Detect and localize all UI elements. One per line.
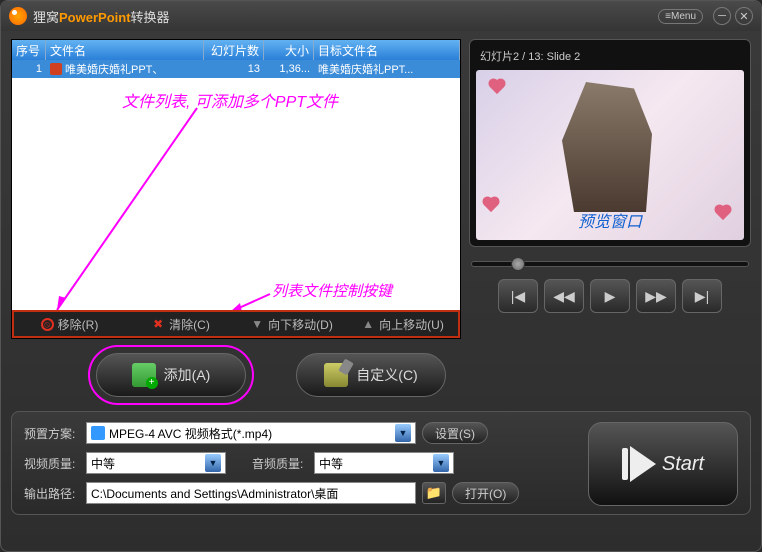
- app-window: 狸窝PowerPoint转换器 ≡Menu ─ ✕ 序号 文件名 幻灯片数 大小…: [0, 0, 762, 552]
- slide-content-icon: [550, 82, 670, 212]
- annotation-controls: 列表文件控制按键: [272, 280, 392, 301]
- play-button[interactable]: ▶: [590, 279, 630, 313]
- settings-button[interactable]: 设置(S): [422, 422, 488, 444]
- table-row[interactable]: 1 唯美婚庆婚礼PPT、 13 1,36... 唯美婚庆婚礼PPT...: [12, 60, 460, 78]
- arrow-up-icon: ▲: [361, 317, 375, 331]
- audio-quality-label: 音频质量:: [252, 455, 308, 472]
- format-icon: [91, 426, 105, 440]
- file-list-panel: 序号 文件名 幻灯片数 大小 目标文件名 1 唯美婚庆婚礼PPT、 13 1,3…: [11, 39, 461, 339]
- customize-button[interactable]: 自定义(C): [296, 353, 446, 397]
- clear-button[interactable]: ✖清除(C): [125, 312, 236, 336]
- col-slides[interactable]: 幻灯片数: [204, 40, 264, 60]
- minimize-button[interactable]: ─: [713, 7, 731, 25]
- preset-value: MPEG-4 AVC 视频格式(*.mp4): [109, 425, 272, 442]
- menu-label: Menu: [671, 11, 696, 22]
- move-down-button[interactable]: ▼向下移动(D): [236, 312, 347, 336]
- remove-button[interactable]: ⦸移除(R): [14, 312, 125, 336]
- add-button[interactable]: 添加(A): [96, 353, 246, 397]
- title-bar: 狸窝PowerPoint转换器 ≡Menu ─ ✕: [1, 1, 761, 31]
- preview-image: 预览窗口: [476, 70, 744, 240]
- arrow-down-icon: ▼: [250, 317, 264, 331]
- app-logo-icon: [9, 7, 27, 25]
- close-button[interactable]: ✕: [735, 7, 753, 25]
- video-quality-label: 视频质量:: [24, 455, 80, 472]
- add-file-icon: [132, 363, 156, 387]
- action-row: 添加(A) 自定义(C): [1, 339, 761, 397]
- heart-icon: [484, 198, 498, 212]
- start-label: Start: [662, 453, 704, 476]
- video-quality-combo[interactable]: 中等▼: [86, 452, 226, 474]
- col-target[interactable]: 目标文件名: [314, 40, 460, 60]
- table-header: 序号 文件名 幻灯片数 大小 目标文件名: [12, 40, 460, 60]
- chevron-down-icon: ▼: [205, 454, 221, 472]
- chevron-down-icon: ▼: [433, 454, 449, 472]
- seek-slider[interactable]: [469, 261, 751, 267]
- rewind-button[interactable]: ◀◀: [544, 279, 584, 313]
- cell-size: 1,36...: [264, 63, 314, 75]
- cell-seq: 1: [12, 63, 46, 75]
- preview-pane: 幻灯片2 / 13: Slide 2 预览窗口 |◀ ◀◀ ▶ ▶▶ ▶|: [469, 39, 751, 339]
- cell-target: 唯美婚庆婚礼PPT...: [314, 61, 460, 77]
- folder-icon: 📁: [426, 485, 442, 501]
- heart-icon: [716, 206, 730, 220]
- tools-icon: [324, 363, 348, 387]
- annotation-arrows: [12, 40, 460, 338]
- audio-quality-combo[interactable]: 中等▼: [314, 452, 454, 474]
- output-path-label: 输出路径:: [24, 485, 80, 502]
- move-up-button[interactable]: ▲向上移动(U): [347, 312, 458, 336]
- first-button[interactable]: |◀: [498, 279, 538, 313]
- menu-button[interactable]: ≡Menu: [658, 9, 703, 24]
- preview-frame: 幻灯片2 / 13: Slide 2 预览窗口: [469, 39, 751, 247]
- settings-panel: 预置方案: MPEG-4 AVC 视频格式(*.mp4) ▼ 设置(S) 视频质…: [11, 411, 751, 515]
- chevron-down-icon: ▼: [395, 424, 411, 442]
- cell-slides: 13: [204, 63, 264, 75]
- cell-filename: 唯美婚庆婚礼PPT、: [46, 61, 204, 77]
- col-size[interactable]: 大小: [264, 40, 314, 60]
- heart-icon: [490, 80, 504, 94]
- play-icon: [622, 446, 656, 482]
- powerpoint-icon: [50, 63, 62, 75]
- preset-combo[interactable]: MPEG-4 AVC 视频格式(*.mp4) ▼: [86, 422, 416, 444]
- clear-icon: ✖: [151, 317, 165, 331]
- output-path-field[interactable]: C:\Documents and Settings\Administrator\…: [86, 482, 416, 504]
- col-seq[interactable]: 序号: [12, 40, 46, 60]
- title-prefix: 狸窝: [33, 10, 59, 25]
- slider-thumb[interactable]: [511, 257, 525, 271]
- slide-counter: 幻灯片2 / 13: Slide 2: [476, 46, 744, 70]
- delete-icon: ⦸: [41, 318, 54, 331]
- col-filename[interactable]: 文件名: [46, 40, 204, 60]
- forward-button[interactable]: ▶▶: [636, 279, 676, 313]
- app-title: 狸窝PowerPoint转换器: [33, 7, 658, 26]
- title-accent: PowerPoint: [59, 10, 131, 25]
- preview-label: 预览窗口: [578, 208, 642, 232]
- preset-label: 预置方案:: [24, 425, 80, 442]
- transport-controls: |◀ ◀◀ ▶ ▶▶ ▶|: [469, 279, 751, 313]
- annotation-filelist: 文件列表, 可添加多个PPT文件: [122, 88, 338, 112]
- list-control-bar: ⦸移除(R) ✖清除(C) ▼向下移动(D) ▲向上移动(U): [12, 310, 460, 338]
- start-button[interactable]: Start: [588, 422, 738, 506]
- last-button[interactable]: ▶|: [682, 279, 722, 313]
- browse-button[interactable]: 📁: [422, 482, 446, 504]
- title-suffix: 转换器: [131, 10, 170, 25]
- open-button[interactable]: 打开(O): [452, 482, 519, 504]
